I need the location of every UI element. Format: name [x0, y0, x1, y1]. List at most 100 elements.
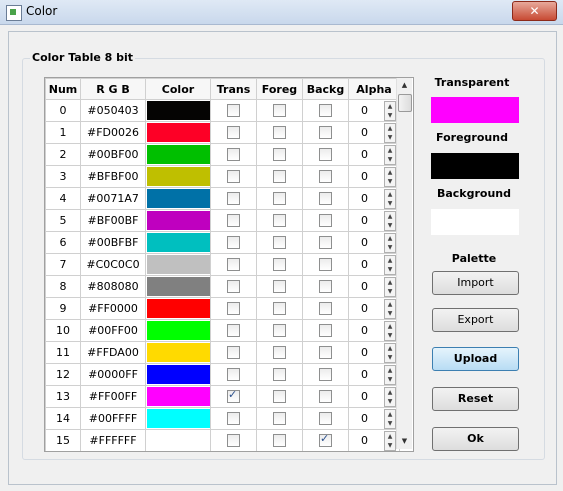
color-swatch[interactable]	[146, 409, 210, 428]
alpha-spinner[interactable]: ▲ ▼	[384, 276, 396, 297]
row-color-cell[interactable]	[145, 275, 211, 298]
alpha-value[interactable]: 0	[361, 368, 368, 381]
trans-checkbox[interactable]	[227, 434, 240, 448]
backg-checkbox[interactable]	[319, 302, 332, 316]
spin-down-icon[interactable]: ▼	[385, 177, 395, 186]
alpha-spinner[interactable]: ▲ ▼	[384, 364, 396, 385]
backg-checkbox[interactable]	[319, 368, 332, 382]
spin-up-icon[interactable]: ▲	[385, 300, 395, 309]
backg-checkbox[interactable]	[319, 324, 332, 338]
spin-down-icon[interactable]: ▼	[385, 309, 395, 318]
spin-down-icon[interactable]: ▼	[385, 111, 395, 120]
backg-checkbox[interactable]	[319, 170, 332, 184]
color-swatch[interactable]	[146, 343, 210, 362]
trans-checkbox[interactable]	[227, 388, 240, 404]
header-backg[interactable]: Backg	[302, 78, 349, 100]
import-button[interactable]: Import	[432, 271, 519, 295]
foreground-color-swatch[interactable]	[431, 153, 519, 179]
spin-down-icon[interactable]: ▼	[385, 397, 395, 406]
row-color-cell[interactable]	[145, 407, 211, 430]
color-swatch[interactable]	[146, 145, 210, 164]
spin-down-icon[interactable]: ▼	[385, 441, 395, 450]
spin-up-icon[interactable]: ▲	[385, 410, 395, 419]
close-button[interactable]: ✕	[512, 1, 557, 21]
backg-checkbox[interactable]	[319, 390, 332, 404]
row-color-cell[interactable]	[145, 297, 211, 320]
row-color-cell[interactable]	[145, 341, 211, 364]
backg-checkbox[interactable]	[319, 148, 332, 162]
alpha-spinner[interactable]: ▲ ▼	[384, 210, 396, 231]
row-color-cell[interactable]	[145, 319, 211, 342]
trans-checkbox[interactable]	[227, 104, 240, 118]
row-color-cell[interactable]	[145, 165, 211, 188]
spin-up-icon[interactable]: ▲	[385, 366, 395, 375]
foreg-checkbox[interactable]	[273, 148, 286, 162]
foreg-checkbox[interactable]	[273, 412, 286, 426]
alpha-value[interactable]: 0	[361, 214, 368, 227]
alpha-spinner[interactable]: ▲ ▼	[384, 298, 396, 319]
backg-checkbox[interactable]	[319, 412, 332, 426]
alpha-spinner[interactable]: ▲ ▼	[384, 254, 396, 275]
alpha-value[interactable]: 0	[361, 258, 368, 271]
spin-down-icon[interactable]: ▼	[385, 419, 395, 428]
header-rgb[interactable]: R G B	[80, 78, 146, 100]
spin-down-icon[interactable]: ▼	[385, 221, 395, 230]
row-color-cell[interactable]	[145, 385, 211, 408]
background-color-swatch[interactable]	[431, 209, 519, 235]
alpha-spinner[interactable]: ▲ ▼	[384, 320, 396, 341]
backg-checkbox[interactable]	[319, 214, 332, 228]
spin-up-icon[interactable]: ▲	[385, 124, 395, 133]
upload-button[interactable]: Upload	[432, 347, 519, 371]
header-foreg[interactable]: Foreg	[256, 78, 303, 100]
alpha-value[interactable]: 0	[361, 390, 368, 403]
foreg-checkbox[interactable]	[273, 258, 286, 272]
backg-checkbox[interactable]	[319, 346, 332, 360]
spin-up-icon[interactable]: ▲	[385, 256, 395, 265]
color-swatch[interactable]	[146, 321, 210, 340]
row-color-cell[interactable]	[145, 231, 211, 254]
foreg-checkbox[interactable]	[273, 236, 286, 250]
row-color-cell[interactable]	[145, 209, 211, 232]
alpha-value[interactable]: 0	[361, 192, 368, 205]
color-swatch[interactable]	[146, 189, 210, 208]
spin-up-icon[interactable]: ▲	[385, 212, 395, 221]
color-swatch[interactable]	[146, 299, 210, 318]
trans-checkbox[interactable]	[227, 192, 240, 206]
row-color-cell[interactable]	[145, 143, 211, 166]
alpha-spinner[interactable]: ▲ ▼	[384, 408, 396, 429]
spin-down-icon[interactable]: ▼	[385, 243, 395, 252]
scroll-up-icon[interactable]: ▲	[397, 78, 412, 93]
trans-checkbox[interactable]	[227, 258, 240, 272]
alpha-value[interactable]: 0	[361, 126, 368, 139]
spin-down-icon[interactable]: ▼	[385, 331, 395, 340]
spin-up-icon[interactable]: ▲	[385, 344, 395, 353]
trans-checkbox[interactable]	[227, 324, 240, 338]
ok-button[interactable]: Ok	[432, 427, 519, 451]
row-color-cell[interactable]	[145, 429, 211, 451]
foreg-checkbox[interactable]	[273, 346, 286, 360]
foreg-checkbox[interactable]	[273, 434, 286, 448]
alpha-spinner[interactable]: ▲ ▼	[384, 232, 396, 253]
trans-checkbox[interactable]	[227, 346, 240, 360]
spin-up-icon[interactable]: ▲	[385, 168, 395, 177]
foreg-checkbox[interactable]	[273, 214, 286, 228]
header-color[interactable]: Color	[145, 78, 211, 100]
color-swatch[interactable]	[146, 277, 210, 296]
trans-checkbox[interactable]	[227, 280, 240, 294]
foreg-checkbox[interactable]	[273, 170, 286, 184]
foreg-checkbox[interactable]	[273, 324, 286, 338]
spin-up-icon[interactable]: ▲	[385, 278, 395, 287]
spin-up-icon[interactable]: ▲	[385, 322, 395, 331]
color-swatch[interactable]	[146, 365, 210, 384]
reset-button[interactable]: Reset	[432, 387, 519, 411]
alpha-spinner[interactable]: ▲ ▼	[384, 100, 396, 121]
trans-checkbox[interactable]	[227, 214, 240, 228]
header-num[interactable]: Num	[45, 78, 81, 100]
color-swatch[interactable]	[146, 101, 210, 120]
header-trans[interactable]: Trans	[210, 78, 257, 100]
foreg-checkbox[interactable]	[273, 192, 286, 206]
trans-checkbox[interactable]	[227, 148, 240, 162]
color-swatch[interactable]	[146, 431, 210, 450]
alpha-value[interactable]: 0	[361, 434, 368, 447]
table-scrollbar[interactable]: ▲ ▼	[396, 78, 412, 449]
